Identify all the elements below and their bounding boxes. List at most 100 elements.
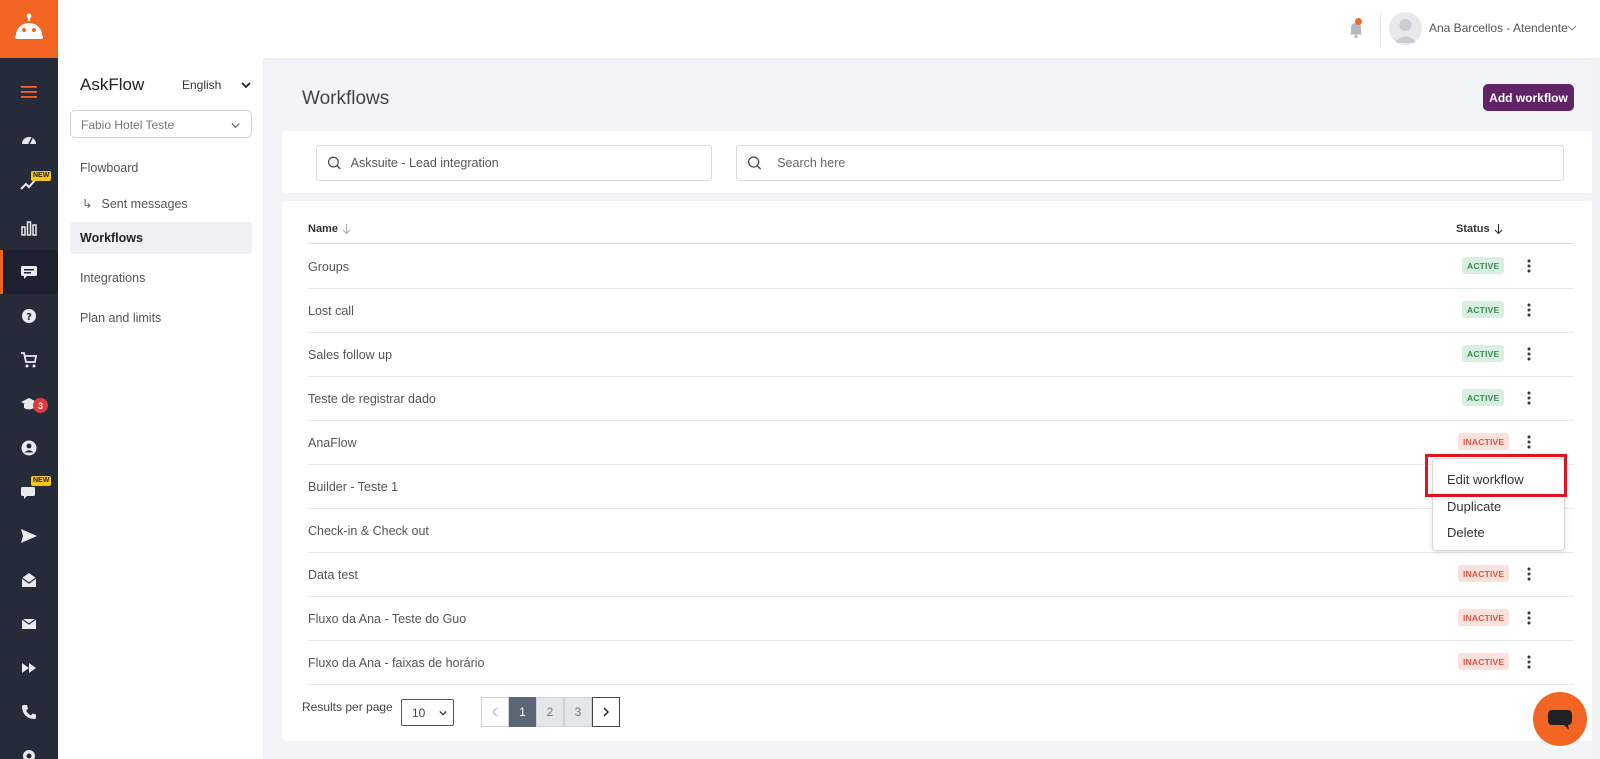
help-icon[interactable]: ? (0, 294, 58, 338)
chat-widget-button[interactable] (1533, 692, 1587, 746)
filter-card (282, 131, 1594, 193)
new-badge: NEW (31, 476, 52, 486)
icon-rail: NEW ? 3 NEW (0, 0, 58, 759)
table-row[interactable]: Check-in & Check out (308, 509, 1574, 553)
top-bar (58, 0, 1600, 58)
workflow-name[interactable]: Sales follow up (308, 348, 392, 362)
hotel-select[interactable]: Fabio Hotel Teste (70, 110, 252, 138)
column-header-name[interactable]: Name (308, 223, 351, 235)
fast-forward-icon[interactable] (0, 646, 58, 690)
table-row[interactable]: Builder - Teste 1 (308, 465, 1574, 509)
more-options-icon[interactable] (1521, 302, 1537, 318)
chevron-down-icon (439, 710, 447, 716)
dashboard-gauge-icon[interactable] (0, 118, 58, 162)
workflows-table: Name Status Groups ACTIVE Lost call ACTIVE S… (282, 201, 1594, 741)
sub-arrow-icon: ↳ (82, 197, 93, 211)
more-options-icon[interactable] (1521, 258, 1537, 274)
status-badge: INACTIVE (1458, 653, 1510, 670)
results-per-page-select[interactable]: 10 (401, 699, 454, 726)
table-row[interactable]: Data test INACTIVE (308, 553, 1574, 597)
workflow-name[interactable]: Fluxo da Ana - faixas de horário (308, 656, 485, 670)
settings-gear-icon[interactable] (0, 734, 58, 759)
more-options-icon[interactable] (1521, 610, 1537, 626)
search-icon (747, 156, 762, 170)
next-page-button[interactable] (592, 697, 620, 727)
table-row[interactable]: Fluxo da Ana - Teste do Guo INACTIVE (308, 597, 1574, 641)
more-options-icon[interactable] (1521, 390, 1537, 406)
page-button-2[interactable]: 2 (536, 697, 564, 727)
avatar[interactable] (1389, 12, 1422, 45)
cart-icon[interactable] (0, 338, 58, 382)
sidebar-item-label: Workflows (80, 231, 143, 245)
notification-count-badge: 3 (33, 398, 48, 413)
open-mail-icon[interactable] (0, 558, 58, 602)
user-name[interactable]: Ana Barcellos - Atendente (1429, 21, 1568, 35)
delete-menu-item[interactable]: Delete (1447, 525, 1485, 540)
chevron-down-icon[interactable] (1567, 23, 1577, 33)
table-row[interactable]: Sales follow up ACTIVE (308, 333, 1574, 377)
mail-icon[interactable] (0, 602, 58, 646)
duplicate-menu-item[interactable]: Duplicate (1447, 499, 1501, 514)
workflow-name[interactable]: Teste de registrar dado (308, 392, 436, 406)
sidebar-item-plan-and-limits[interactable]: Plan and limits (70, 302, 252, 334)
more-options-icon[interactable] (1521, 434, 1537, 450)
workflow-name[interactable]: Data test (308, 568, 358, 582)
language-select[interactable]: English (182, 78, 251, 92)
sidebar-item-flowboard[interactable]: Flowboard (70, 152, 252, 184)
language-label: English (182, 78, 222, 92)
table-row[interactable]: Teste de registrar dado ACTIVE (308, 377, 1574, 421)
sidebar-item-sent-messages[interactable]: ↳ Sent messages (70, 187, 252, 219)
page-scrollbar[interactable] (1592, 58, 1600, 759)
hotel-select-value: Fabio Hotel Teste (81, 118, 175, 132)
table-row[interactable]: Lost call ACTIVE (308, 289, 1574, 333)
chevron-right-icon (603, 707, 609, 717)
search-input[interactable] (777, 156, 1563, 170)
sidebar-item-workflows[interactable]: Workflows (70, 222, 252, 254)
workflow-name[interactable]: Lost call (308, 304, 354, 318)
more-options-icon[interactable] (1521, 346, 1537, 362)
sidebar-item-integrations[interactable]: Integrations (70, 262, 252, 294)
notification-dot (1355, 18, 1362, 25)
svg-text:?: ? (26, 312, 32, 323)
sidebar-item-label: Sent messages (101, 197, 188, 211)
conversations-icon[interactable]: NEW (0, 470, 58, 514)
graduation-cap-icon[interactable]: 3 (0, 382, 58, 426)
workflow-name[interactable]: Builder - Teste 1 (308, 480, 398, 494)
phone-icon[interactable] (0, 690, 58, 734)
prev-page-button[interactable] (481, 697, 509, 727)
integration-filter-input[interactable] (350, 156, 711, 170)
column-header-status[interactable]: Status (1456, 223, 1503, 235)
sidebar-item-label: Flowboard (80, 161, 139, 175)
send-icon[interactable] (0, 514, 58, 558)
new-badge: NEW (31, 171, 52, 181)
table-row[interactable]: AnaFlow INACTIVE (308, 421, 1574, 465)
workflow-name[interactable]: Groups (308, 260, 349, 274)
more-options-icon[interactable] (1521, 654, 1537, 670)
table-row[interactable]: Fluxo da Ana - faixas de horário INACTIVE (308, 641, 1574, 685)
sort-arrow-down-icon (1494, 224, 1503, 234)
account-icon[interactable] (0, 426, 58, 470)
column-header-name-label: Name (308, 223, 338, 235)
workflow-chat-icon[interactable] (0, 250, 58, 294)
workflow-name[interactable]: Check-in & Check out (308, 524, 429, 538)
add-workflow-button[interactable]: Add workflow (1483, 84, 1574, 111)
trending-icon[interactable]: NEW (0, 162, 58, 206)
results-per-page-label: Results per page (302, 700, 393, 714)
page-title: Workflows (302, 88, 390, 109)
page-button-3[interactable]: 3 (564, 697, 592, 727)
search-field[interactable] (736, 145, 1564, 181)
menu-hamburger-icon[interactable] (0, 70, 58, 114)
robot-logo-icon[interactable] (0, 0, 58, 58)
results-per-page-value: 10 (412, 706, 426, 720)
integration-filter-field[interactable] (316, 145, 712, 181)
workflow-name[interactable]: AnaFlow (308, 436, 357, 450)
table-row[interactable]: Groups ACTIVE (308, 245, 1574, 289)
column-header-status-label: Status (1456, 223, 1490, 235)
highlight-box (1425, 454, 1567, 497)
workflow-name[interactable]: Fluxo da Ana - Teste do Guo (308, 612, 466, 626)
more-options-icon[interactable] (1521, 566, 1537, 582)
search-icon (327, 156, 341, 170)
bar-chart-icon[interactable] (0, 206, 58, 250)
page-button-1[interactable]: 1 (509, 697, 536, 727)
topbar-divider (1380, 12, 1381, 46)
